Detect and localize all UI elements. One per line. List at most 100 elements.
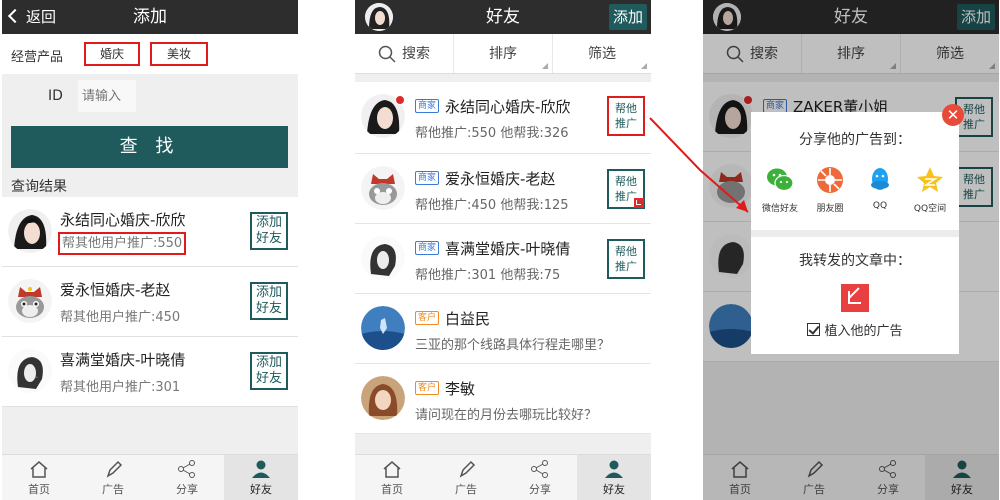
item-name: 爱永恒婚庆-老赵 xyxy=(60,281,171,299)
avatar xyxy=(8,349,52,393)
list-item[interactable]: 客户 白益民 三亚的那个线路具体行程走哪里？ xyxy=(355,294,651,364)
forward-arrow-icon[interactable] xyxy=(841,284,869,312)
item-stats: 帮他推广:550 他帮我:326 xyxy=(415,126,569,141)
tab-friends[interactable]: 好友 xyxy=(224,455,298,500)
search-button[interactable]: 搜索 xyxy=(355,34,454,73)
filter-label: 筛选 xyxy=(588,46,616,62)
list-item[interactable]: 商家 永结同心婚庆-欣欣 帮他推广:550 他帮我:326 帮他 推广 xyxy=(355,82,651,154)
bottom-nav: 首页 广告 分享 好友 xyxy=(2,454,298,500)
checkbox-label: 植入他的广告 xyxy=(824,324,903,339)
customer-badge: 客户 xyxy=(415,310,440,325)
results-list: 永结同心婚庆-欣欣 帮其他用户推广:550 添加 好友 爱永恒婚庆-老赵 帮其他… xyxy=(2,197,298,407)
item-promo-count: 帮其他用户推广:301 xyxy=(60,380,181,395)
list-item[interactable]: 喜满堂婚庆-叶晓倩 帮其他用户推广:301 添加 好友 xyxy=(2,337,298,407)
item-name: 客户 李敏 xyxy=(415,378,475,399)
checkbox-checked-icon xyxy=(807,323,821,336)
avatar xyxy=(361,306,405,350)
tab-ads[interactable]: 广告 xyxy=(76,455,150,500)
close-button[interactable]: ✕ xyxy=(942,104,964,126)
item-last-message: 三亚的那个线路具体行程走哪里？ xyxy=(415,338,611,353)
home-icon xyxy=(30,461,48,478)
add-friend-screen: 返回 添加 经营产品 婚庆 美妆 ID 查 找 查询结果 永结同心婚庆-欣欣 帮… xyxy=(2,0,298,500)
home-icon xyxy=(383,461,401,478)
item-promo-count: 帮其他用户推广:550 xyxy=(58,232,187,255)
share-moments[interactable]: 朋友圈 xyxy=(805,165,855,214)
find-button[interactable]: 查 找 xyxy=(11,126,288,168)
user-icon xyxy=(605,460,623,478)
filter-bar: 搜索 排序 筛选 xyxy=(355,34,651,74)
share-qq[interactable]: QQ xyxy=(855,165,905,214)
tab-home[interactable]: 首页 xyxy=(355,455,429,500)
list-item[interactable]: 商家 爱永恒婚庆-老赵 帮他推广:450 他帮我:125 帮他 推广 xyxy=(355,154,651,224)
tab-share[interactable]: 分享 xyxy=(503,455,577,500)
avatar xyxy=(361,166,405,210)
tab-friends[interactable]: 好友 xyxy=(577,455,651,500)
item-name: 商家 爱永恒婚庆-老赵 xyxy=(415,168,555,189)
add-friend-button[interactable]: 添加 好友 xyxy=(250,352,288,390)
item-name-text: 喜满堂婚庆-叶晓倩 xyxy=(445,240,571,258)
results-label: 查询结果 xyxy=(11,179,67,195)
id-row: ID xyxy=(2,76,298,116)
list-item[interactable]: 永结同心婚庆-欣欣 帮其他用户推广:550 添加 好友 xyxy=(2,197,298,267)
add-friend-button[interactable]: 添加 好友 xyxy=(250,282,288,320)
item-name-text: 永结同心婚庆-欣欣 xyxy=(445,98,571,116)
share-wechat[interactable]: 微信好友 xyxy=(755,165,805,214)
avatar xyxy=(361,376,405,420)
share-label: 朋友圈 xyxy=(816,204,844,214)
list-item[interactable]: 商家 喜满堂婚庆-叶晓倩 帮他推广:301 他帮我:75 帮他 推广 xyxy=(355,224,651,294)
friends-list: 商家 永结同心婚庆-欣欣 帮他推广:550 他帮我:326 帮他 推广 商家 爱永恒… xyxy=(355,82,651,434)
share-label: QQ空间 xyxy=(913,204,947,214)
merchant-badge: 商家 xyxy=(415,240,440,255)
page-title: 添加 xyxy=(133,7,167,27)
page-title: 好友 xyxy=(486,7,520,27)
item-name: 永结同心婚庆-欣欣 xyxy=(60,211,186,229)
forward-title: 我转发的文章中： xyxy=(799,253,911,269)
promote-button[interactable]: 帮他 推广 xyxy=(607,96,645,136)
unread-dot xyxy=(395,95,405,105)
search-icon xyxy=(378,45,396,63)
tab-label: 分享 xyxy=(176,483,198,496)
tab-home[interactable]: 首页 xyxy=(2,455,76,500)
embed-ad-checkbox[interactable]: 植入他的广告 xyxy=(751,320,959,339)
share-icon xyxy=(178,460,195,478)
item-last-message: 请问现在的月份去哪玩比较好？ xyxy=(415,408,598,423)
tag-wedding[interactable]: 婚庆 xyxy=(84,42,140,66)
bottom-nav: 首页 广告 分享 好友 xyxy=(355,454,651,500)
qzone-icon xyxy=(917,167,943,192)
avatar xyxy=(8,209,52,253)
add-friend-button[interactable]: 添加 好友 xyxy=(250,212,288,250)
pen-icon xyxy=(106,460,123,478)
item-name: 客户 白益民 xyxy=(415,308,490,329)
friends-screen: 好友 添加 搜索 排序 筛选 商家 永结同心婚庆-欣欣 帮他推广:550 他帮我:… xyxy=(355,0,651,500)
forward-arrow-icon xyxy=(634,198,644,208)
tab-label: 广告 xyxy=(455,483,477,496)
dropdown-corner-icon xyxy=(641,63,647,69)
qq-icon xyxy=(871,168,889,190)
list-item[interactable]: 爱永恒婚庆-老赵 帮其他用户推广:450 添加 好友 xyxy=(2,267,298,337)
user-icon xyxy=(252,460,270,478)
promote-button[interactable]: 帮他 推广 xyxy=(607,239,645,279)
product-row: 经营产品 婚庆 美妆 xyxy=(2,34,298,74)
tab-share[interactable]: 分享 xyxy=(150,455,224,500)
share-label: QQ xyxy=(872,201,888,211)
share-qzone[interactable]: QQ空间 xyxy=(905,165,955,214)
id-input[interactable] xyxy=(78,80,136,112)
list-item[interactable]: 客户 李敏 请问现在的月份去哪玩比较好？ xyxy=(355,364,651,434)
item-stats: 帮他推广:450 他帮我:125 xyxy=(415,198,569,213)
promote-button[interactable]: 帮他 推广 xyxy=(607,169,645,209)
tab-label: 分享 xyxy=(529,483,551,496)
id-label: ID xyxy=(48,88,63,104)
add-button[interactable]: 添加 xyxy=(608,4,647,30)
item-name-text: 爱永恒婚庆-老赵 xyxy=(445,170,556,188)
moments-icon xyxy=(817,167,843,193)
customer-badge: 客户 xyxy=(415,380,440,395)
share-icon xyxy=(531,460,548,478)
tab-ads[interactable]: 广告 xyxy=(429,455,503,500)
share-label: 微信好友 xyxy=(761,204,798,214)
filter-button[interactable]: 筛选 xyxy=(553,34,651,73)
avatar xyxy=(8,279,52,323)
tag-beauty[interactable]: 美妆 xyxy=(150,42,208,66)
item-name-text: 李敏 xyxy=(445,380,476,398)
pen-icon xyxy=(459,460,476,478)
sort-button[interactable]: 排序 xyxy=(454,34,553,73)
